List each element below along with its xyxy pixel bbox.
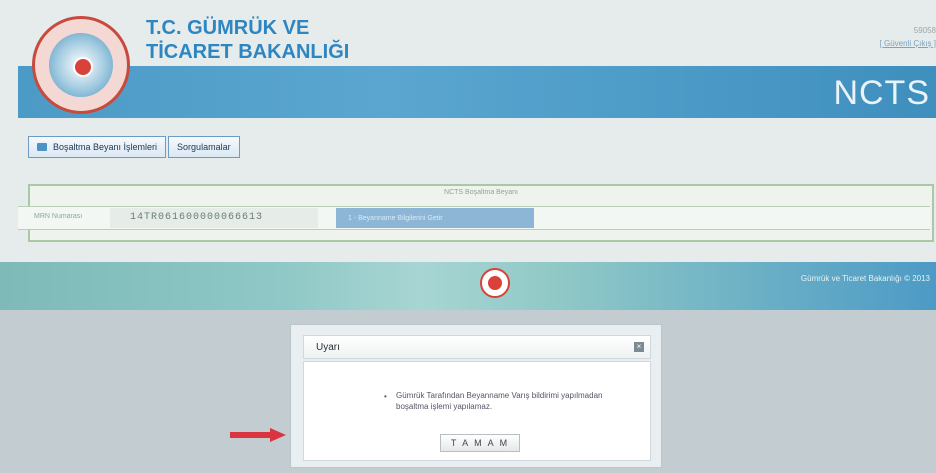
logo-globe-icon — [49, 33, 113, 97]
footer-band — [0, 262, 936, 310]
nav-item-label: Boşaltma Beyanı İşlemleri — [53, 142, 158, 152]
ministry-title-line1: T.C. GÜMRÜK VE — [146, 17, 310, 39]
fetch-declaration-button[interactable]: 1 - Beyanname Bilgilerini Getir — [336, 208, 534, 228]
fetch-declaration-label: 1 - Beyanname Bilgilerini Getir — [348, 214, 443, 222]
bullet-icon: • — [384, 392, 387, 401]
ministry-title-line2: TİCARET BAKANLIĞI — [146, 41, 350, 63]
close-icon[interactable]: × — [634, 342, 644, 352]
arrow-icon — [230, 428, 286, 442]
ok-button[interactable]: T A M A M — [440, 434, 520, 452]
nav-sorgulamalar-button[interactable]: Sorgulamalar — [168, 136, 240, 158]
ministry-logo-icon — [32, 16, 130, 114]
arrow-shaft — [230, 432, 272, 438]
dialog-header: Uyarı × — [303, 335, 651, 359]
user-id: 59058 — [913, 26, 936, 35]
arrow-head — [270, 428, 286, 442]
footer-emblem-icon — [488, 276, 502, 290]
dialog-message: Gümrük Tarafından Beyanname Varış bildir… — [396, 391, 603, 411]
ministry-title: T.C. GÜMRÜK VE TİCARET BAKANLIĞI — [146, 16, 349, 64]
warning-dialog: Uyarı × • Gümrük Tarafından Beyanname Va… — [290, 324, 662, 468]
main-nav: Boşaltma Beyanı İşlemleri Sorgulamalar — [28, 136, 240, 158]
panel-title: NCTS Boşaltma Beyanı — [444, 189, 518, 196]
header: NCTS T.C. GÜMRÜK VE TİCARET BAKANLIĞI 59… — [18, 8, 936, 118]
system-name: NCTS — [833, 74, 930, 112]
footer-logo-icon — [480, 268, 510, 298]
dialog-title: Uyarı — [316, 342, 340, 353]
logout-link[interactable]: [ Güvenli Çıkış ] — [880, 37, 936, 50]
mrn-label: MRN Numarası — [34, 213, 83, 220]
logo-emblem-icon — [73, 57, 93, 77]
user-box: 59058 [ Güvenli Çıkış ] — [880, 24, 936, 50]
folder-icon — [37, 143, 47, 151]
nav-boşaltma-beyani-button[interactable]: Boşaltma Beyanı İşlemleri — [28, 136, 167, 158]
mrn-row: MRN Numarası 14TR061600000066613 1 - Bey… — [18, 206, 930, 230]
footer-text: Gümrük ve Ticaret Bakanlığı © 2013 — [800, 274, 930, 283]
declaration-panel: NCTS Boşaltma Beyanı MRN Numarası 14TR06… — [18, 184, 934, 242]
header-banner — [18, 66, 936, 118]
nav-item-label: Sorgulamalar — [177, 142, 231, 152]
mrn-value: 14TR061600000066613 — [130, 212, 264, 223]
dialog-body: • Gümrük Tarafından Beyanname Varış bild… — [303, 361, 651, 461]
